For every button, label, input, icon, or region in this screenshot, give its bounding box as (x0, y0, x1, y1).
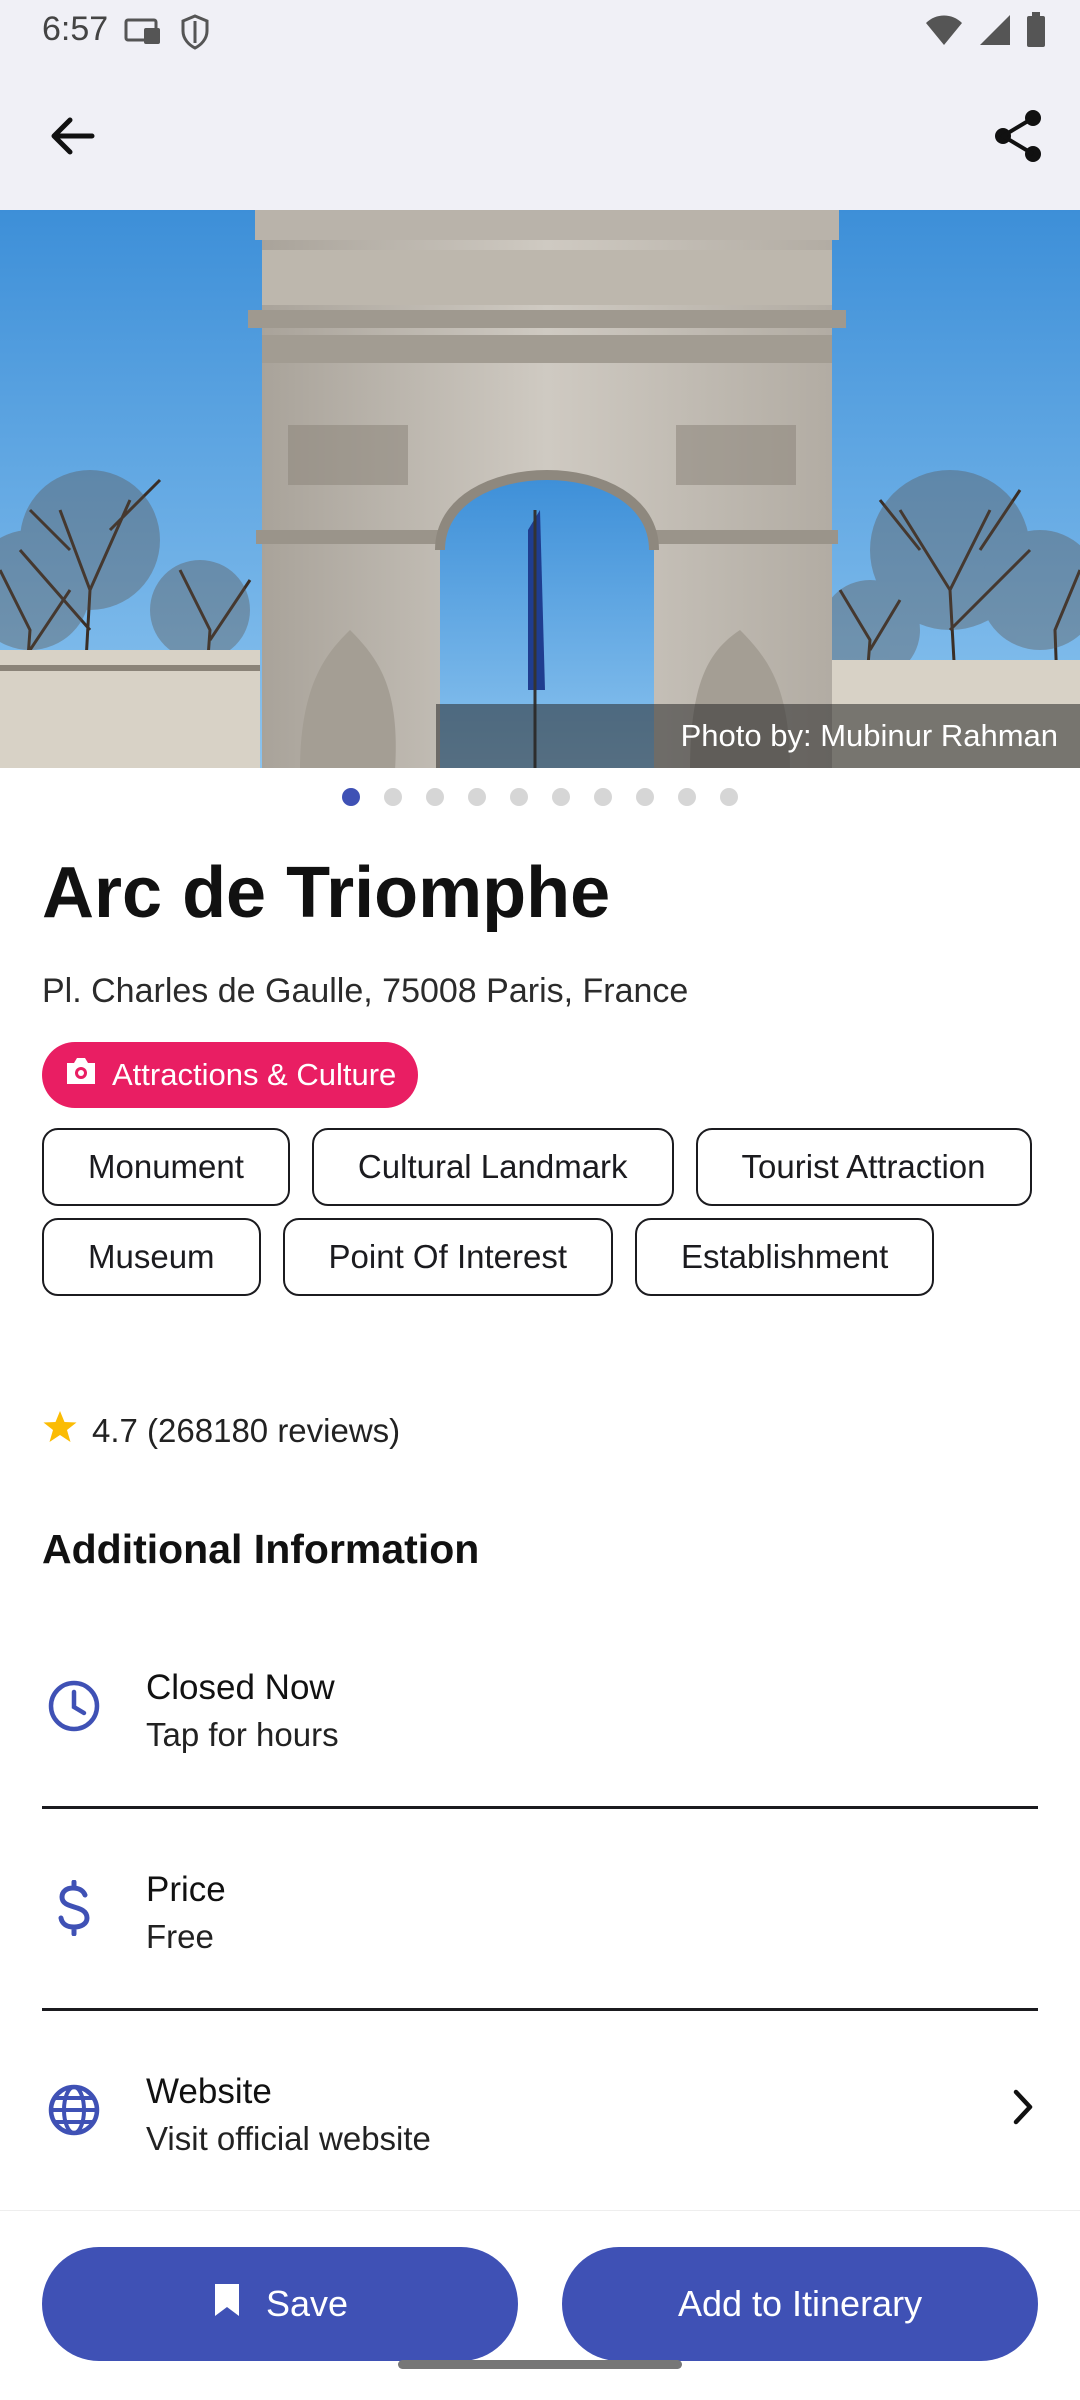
save-label: Save (265, 2283, 349, 2324)
tag-chip[interactable]: Establishment (635, 1218, 935, 1296)
chevron-right-icon (1008, 2082, 1038, 2137)
pager-dot[interactable] (552, 788, 570, 806)
share-button[interactable] (986, 106, 1050, 170)
pager-dot[interactable] (384, 788, 402, 806)
wifi-icon (924, 13, 964, 52)
website-label: Website (146, 2072, 272, 2111)
category-chip: Attractions & Culture (42, 1042, 419, 1108)
globe-icon (42, 2078, 106, 2142)
clock-icon (42, 1674, 106, 1738)
tag-chip[interactable]: Tourist Attraction (695, 1128, 1032, 1206)
camera-icon (64, 1056, 98, 1094)
tag-chip[interactable]: Point Of Interest (282, 1218, 613, 1296)
bookmark-icon (212, 2282, 242, 2327)
tag-list: Monument Cultural Landmark Tourist Attra… (42, 1128, 1042, 1296)
tag-chip[interactable]: Museum (42, 1218, 261, 1296)
price-row: Price Free (42, 1808, 1038, 2008)
shield-icon (180, 14, 210, 55)
pager-dot[interactable] (720, 788, 738, 806)
photo-credit: Photo by: Mubinur Rahman (680, 718, 1058, 753)
pager-dot[interactable] (342, 788, 360, 806)
place-title: Arc de Triomphe (42, 853, 611, 933)
pager-dot[interactable] (678, 788, 696, 806)
save-button[interactable]: Save (42, 2247, 518, 2361)
gesture-nav-handle[interactable] (398, 2360, 682, 2369)
place-address: Pl. Charles de Gaulle, 75008 Paris, Fran… (42, 972, 689, 1010)
pager-dot[interactable] (510, 788, 528, 806)
battery-icon (1026, 12, 1046, 53)
back-button[interactable] (40, 106, 104, 170)
itinerary-label: Add to Itinerary (677, 2283, 923, 2324)
pager-dot[interactable] (594, 788, 612, 806)
star-icon (42, 1410, 78, 1452)
website-sub: Visit official website (146, 2120, 431, 2157)
price-value: Free (146, 1918, 214, 1955)
hours-row[interactable]: Closed Now Tap for hours (42, 1606, 1038, 1806)
rating-text: 4.7 (268180 reviews) (92, 1412, 401, 1449)
hours-label: Closed Now (146, 1668, 335, 1707)
cast-icon (124, 14, 162, 55)
share-icon (993, 109, 1043, 168)
tag-chip[interactable]: Cultural Landmark (311, 1128, 674, 1206)
hours-sub: Tap for hours (146, 1716, 339, 1753)
dollar-icon (42, 1876, 106, 1940)
status-time: 6:57 (42, 10, 109, 48)
image-pager[interactable] (0, 788, 1080, 812)
bottom-action-bar: Save Add to Itinerary (0, 2210, 1080, 2400)
pager-dot[interactable] (636, 788, 654, 806)
add-to-itinerary-button[interactable]: Add to Itinerary (562, 2247, 1038, 2361)
app-bar (0, 64, 1080, 210)
pager-dot[interactable] (468, 788, 486, 806)
category-label: Attractions & Culture (112, 1057, 397, 1092)
pager-dot[interactable] (426, 788, 444, 806)
tag-chip[interactable]: Monument (42, 1128, 290, 1206)
price-label: Price (146, 1870, 226, 1909)
rating: 4.7 (268180 reviews) (42, 1410, 400, 1452)
signal-icon (978, 13, 1012, 52)
hero-image[interactable]: Photo by: Mubinur Rahman (0, 210, 1080, 768)
section-title: Additional Information (42, 1526, 480, 1572)
website-row[interactable]: Website Visit official website (42, 2010, 1038, 2210)
status-bar: 6:57 (0, 0, 1080, 64)
arrow-back-icon (48, 116, 96, 161)
